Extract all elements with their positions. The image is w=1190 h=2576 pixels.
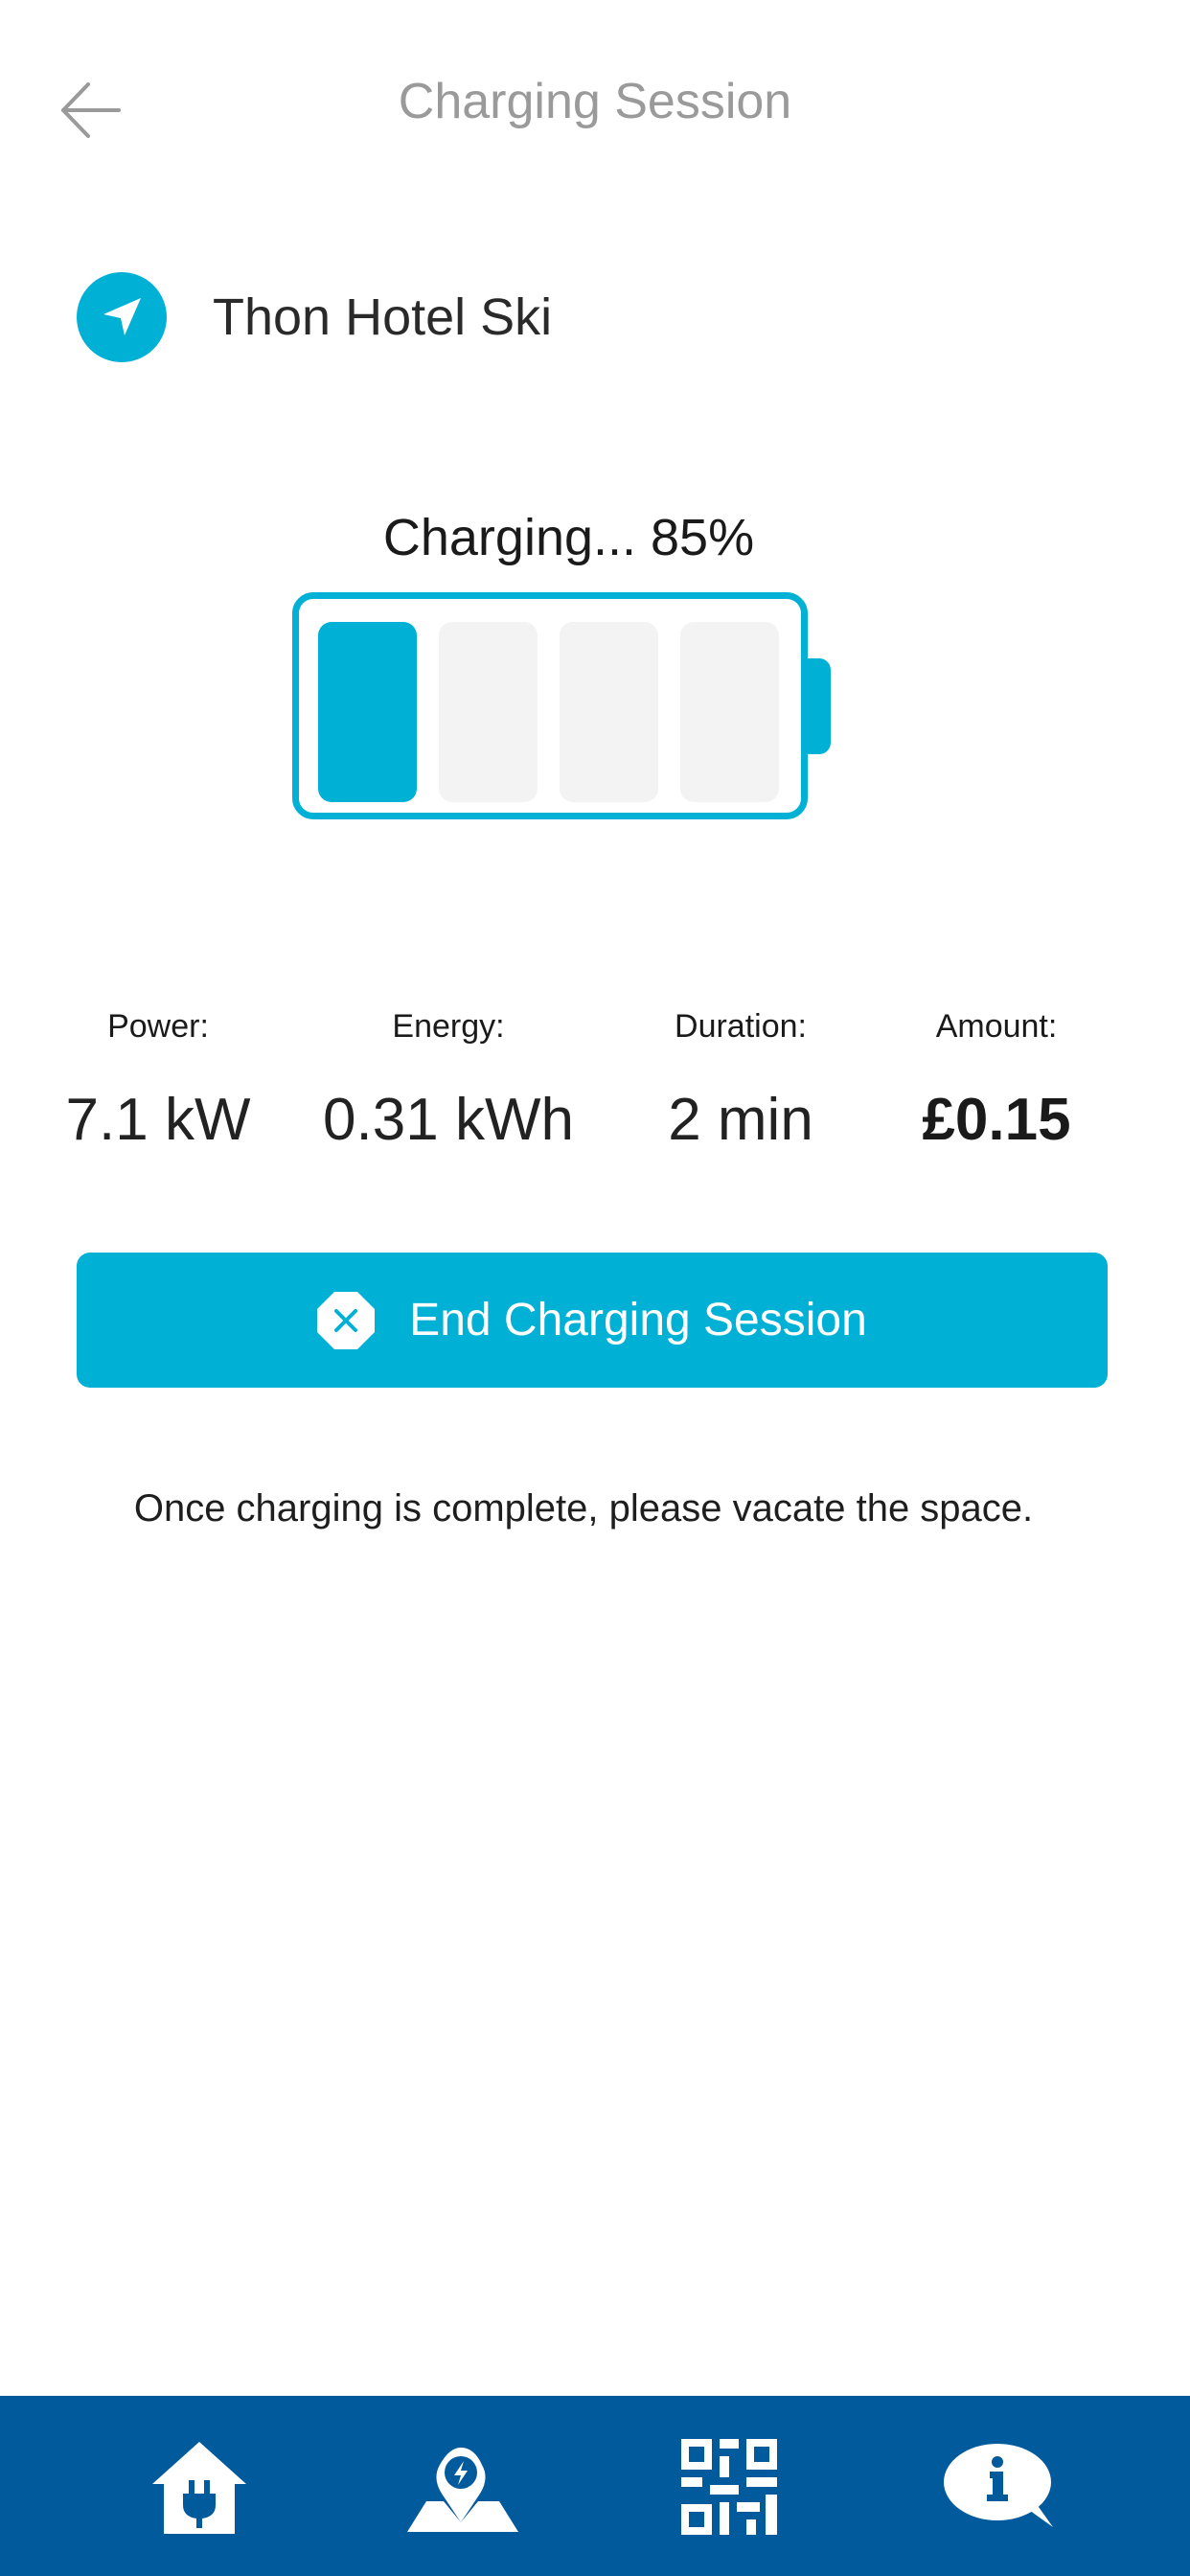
- location-name: Thon Hotel Ski: [213, 288, 553, 346]
- battery-tip: [808, 658, 831, 754]
- stat-label: Energy:: [392, 1008, 505, 1045]
- navigation-arrow-icon: [77, 272, 167, 362]
- end-charging-label: End Charging Session: [409, 1295, 867, 1346]
- info-bubble-icon: [944, 2444, 1053, 2527]
- bottom-nav: [0, 2396, 1190, 2576]
- qr-code-icon: [681, 2439, 777, 2535]
- map-pin-icon: [407, 2448, 518, 2532]
- nav-info[interactable]: [927, 2425, 1071, 2549]
- stat-label: Amount:: [935, 1008, 1058, 1045]
- location-row: Thon Hotel Ski: [77, 271, 552, 363]
- end-charging-session-button[interactable]: End Charging Session: [77, 1253, 1108, 1388]
- home-plug-icon: [152, 2442, 246, 2534]
- nav-home[interactable]: [137, 2425, 262, 2549]
- page-title: Charging Session: [398, 74, 792, 129]
- stat-label: Power:: [107, 1008, 209, 1045]
- battery-indicator: [292, 592, 808, 819]
- session-stats: Power: 7.1 kW Energy: 0.31 kWh Duration:…: [0, 1008, 1190, 1181]
- stat-value: 7.1 kW: [65, 1087, 251, 1153]
- stat-label: Duration:: [675, 1008, 807, 1045]
- stat-amount: Amount: £0.15: [896, 1008, 1097, 1154]
- charging-status: Charging... 85%: [382, 509, 755, 566]
- battery-cell-1: [318, 622, 417, 802]
- nav-map[interactable]: [400, 2425, 524, 2549]
- battery-cell-4: [680, 622, 779, 802]
- nav-qr-scan[interactable]: [667, 2425, 791, 2549]
- header: Charging Session: [0, 0, 1190, 211]
- stat-value: £0.15: [922, 1087, 1071, 1153]
- vacate-note: Once charging is complete, please vacate…: [133, 1487, 1034, 1530]
- stat-value: 2 min: [668, 1087, 813, 1153]
- stat-power: Power: 7.1 kW: [43, 1008, 273, 1154]
- stat-value: 0.31 kWh: [323, 1087, 574, 1153]
- close-circle-icon: [317, 1291, 376, 1349]
- battery-cell-2: [439, 622, 538, 802]
- stat-duration: Duration: 2 min: [626, 1008, 856, 1154]
- battery-cell-3: [560, 622, 658, 802]
- stat-energy: Energy: 0.31 kWh: [305, 1008, 592, 1154]
